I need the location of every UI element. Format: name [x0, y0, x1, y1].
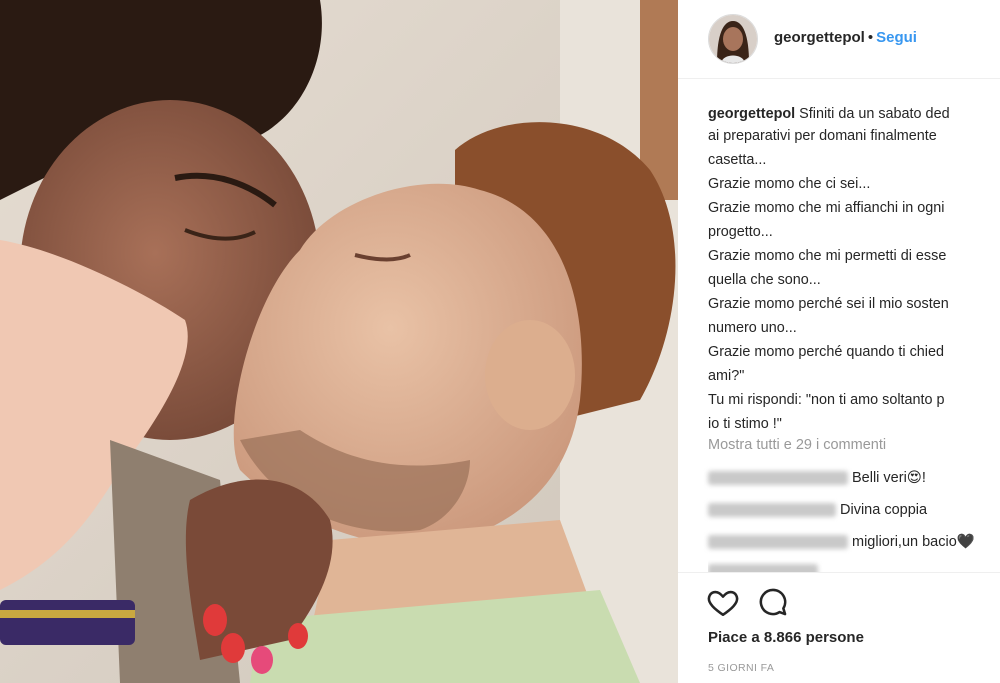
blurred-username: [708, 471, 848, 486]
blurred-username: [708, 564, 818, 572]
comment-item-cut: [708, 560, 1000, 572]
comment-item: Divina coppia: [708, 502, 927, 518]
likes-count[interactable]: Piace a 8.866 persone: [708, 629, 864, 646]
caption-line: ai preparativi per domani finalmente: [708, 128, 937, 144]
comment-button[interactable]: [756, 585, 790, 619]
comment-text: Divina coppia: [840, 502, 928, 518]
follow-button[interactable]: Segui: [876, 29, 917, 46]
caption-line: ami?": [708, 368, 745, 384]
like-button[interactable]: [706, 585, 740, 619]
avatar[interactable]: [708, 14, 758, 64]
header-line: georgettepol • Segui: [774, 29, 917, 46]
username-link[interactable]: georgettepol: [774, 29, 865, 46]
caption-line: Grazie momo che ci sei...: [708, 176, 871, 192]
caption-line: Tu mi rispondi: "non ti amo soltanto p: [708, 392, 945, 408]
blurred-username: [708, 503, 836, 518]
post-photo[interactable]: [0, 0, 678, 683]
post-actions: Piace a 8.866 persone 5 GIORNI FA: [678, 572, 1000, 683]
caption-line: georgettepol Sfiniti da un sabato ded: [708, 106, 950, 122]
post-date[interactable]: 5 GIORNI FA: [708, 662, 774, 674]
post-caption: georgettepol Sfiniti da un sabato ded ai…: [708, 103, 1000, 437]
caption-line: Grazie momo che mi permetti di esse: [708, 248, 947, 264]
caption-line: progetto...: [708, 224, 773, 240]
post-image: [0, 0, 678, 683]
caption-line: Grazie momo perché sei il mio sosten: [708, 296, 949, 312]
comment-bubble-icon: [759, 588, 787, 616]
caption-line: io ti stimo !": [708, 416, 782, 432]
comment-item: Belli veri😍!: [708, 470, 926, 486]
caption-line: Grazie momo che mi affianchi in ogni: [708, 200, 945, 216]
caption-line: casetta...: [708, 152, 767, 168]
caption-username[interactable]: georgettepol: [708, 106, 795, 122]
caption-line: Grazie momo perché quando ti chied: [708, 344, 944, 360]
view-all-comments-link[interactable]: Mostra tutti e 29 i commenti: [708, 437, 886, 453]
comment-item: migliori,un bacio🖤: [708, 533, 975, 550]
comment-text: migliori,un bacio🖤: [852, 534, 975, 550]
caption-line: quella che sono...: [708, 272, 821, 288]
separator-dot: •: [867, 29, 874, 46]
blurred-username: [708, 535, 848, 550]
comment-text: Belli veri😍!: [852, 470, 926, 486]
avatar-image: [709, 15, 757, 63]
caption-line: numero uno...: [708, 320, 797, 336]
post-header: georgettepol • Segui: [678, 0, 1000, 79]
heart-outline-icon: [707, 590, 739, 617]
post-side-panel: georgettepol • Segui georgettepol Sfiniti …: [678, 0, 1000, 683]
